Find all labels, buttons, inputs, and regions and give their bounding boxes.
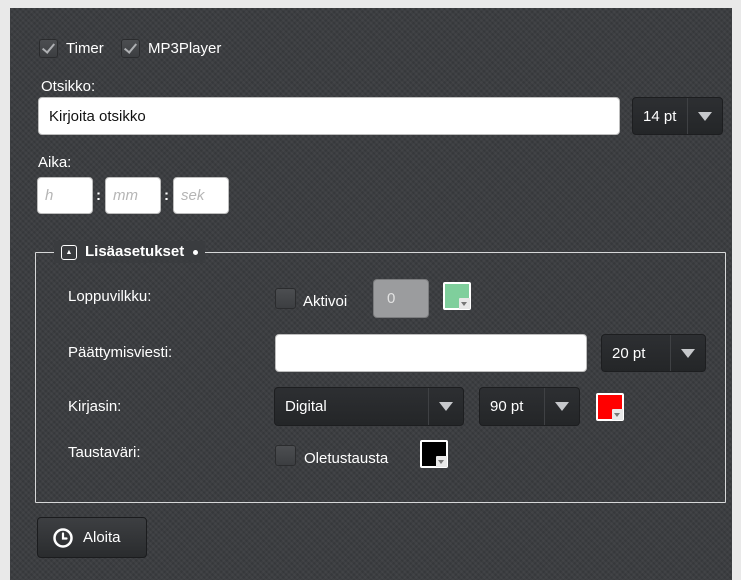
chevron-down-icon — [687, 98, 722, 134]
dropdown-arrow-icon — [436, 456, 447, 467]
advanced-legend-label: Lisäasetukset — [85, 243, 185, 260]
clock-icon — [53, 527, 73, 548]
end-message-label: Päättymisviesti: — [68, 344, 173, 361]
start-button[interactable]: Aloita — [37, 517, 147, 558]
title-label: Otsikko: — [41, 78, 96, 95]
end-message-font-size-value: 20 pt — [612, 344, 646, 362]
chevron-down-icon — [544, 388, 579, 425]
title-font-size-select[interactable]: 14 pt — [632, 97, 723, 135]
font-family-value: Digital — [285, 398, 327, 415]
settings-panel: Timer MP3Player Otsikko: Kirjoita otsikk… — [10, 8, 732, 580]
collapse-icon[interactable]: ▲ — [61, 244, 77, 260]
chevron-down-icon — [670, 335, 705, 371]
dropdown-arrow-icon — [612, 409, 623, 420]
font-size-select[interactable]: 90 pt — [479, 387, 580, 426]
advanced-legend[interactable]: ▲ Lisäasetukset — [54, 241, 206, 263]
font-color-picker[interactable] — [596, 393, 624, 421]
chevron-down-icon — [428, 388, 463, 425]
blink-color-picker[interactable] — [443, 282, 471, 310]
end-message-font-size-select[interactable]: 20 pt — [601, 334, 706, 372]
timer-label: Timer — [66, 40, 104, 57]
start-button-label: Aloita — [83, 529, 121, 546]
time-separator: : — [96, 187, 101, 204]
blink-count-input[interactable]: 0 — [373, 279, 429, 318]
end-blink-checkbox[interactable] — [275, 288, 296, 309]
font-label: Kirjasin: — [68, 398, 122, 415]
dropdown-arrow-icon — [459, 298, 470, 309]
legend-dot — [193, 249, 199, 255]
font-family-select[interactable]: Digital — [274, 387, 464, 426]
background-color-label: Taustaväri: — [68, 444, 141, 461]
default-background-checkbox[interactable] — [275, 445, 296, 466]
time-label: Aika: — [38, 154, 72, 171]
title-input[interactable]: Kirjoita otsikko — [38, 97, 620, 135]
background-color-picker[interactable] — [420, 440, 448, 468]
end-blink-checkbox-label: Aktivoi — [303, 293, 348, 310]
seconds-input[interactable]: sek — [173, 177, 229, 214]
font-size-value: 90 pt — [490, 398, 524, 415]
hours-input[interactable]: h — [37, 177, 93, 214]
mp3player-checkbox[interactable] — [121, 39, 140, 58]
timer-checkbox[interactable] — [39, 39, 58, 58]
end-blink-label: Loppuvilkku: — [68, 288, 152, 305]
end-message-input[interactable] — [275, 334, 587, 372]
mp3player-label: MP3Player — [148, 40, 222, 57]
default-background-label: Oletustausta — [304, 450, 389, 467]
minutes-input[interactable]: mm — [105, 177, 161, 214]
title-font-size-value: 14 pt — [643, 107, 677, 125]
time-separator: : — [164, 187, 169, 204]
